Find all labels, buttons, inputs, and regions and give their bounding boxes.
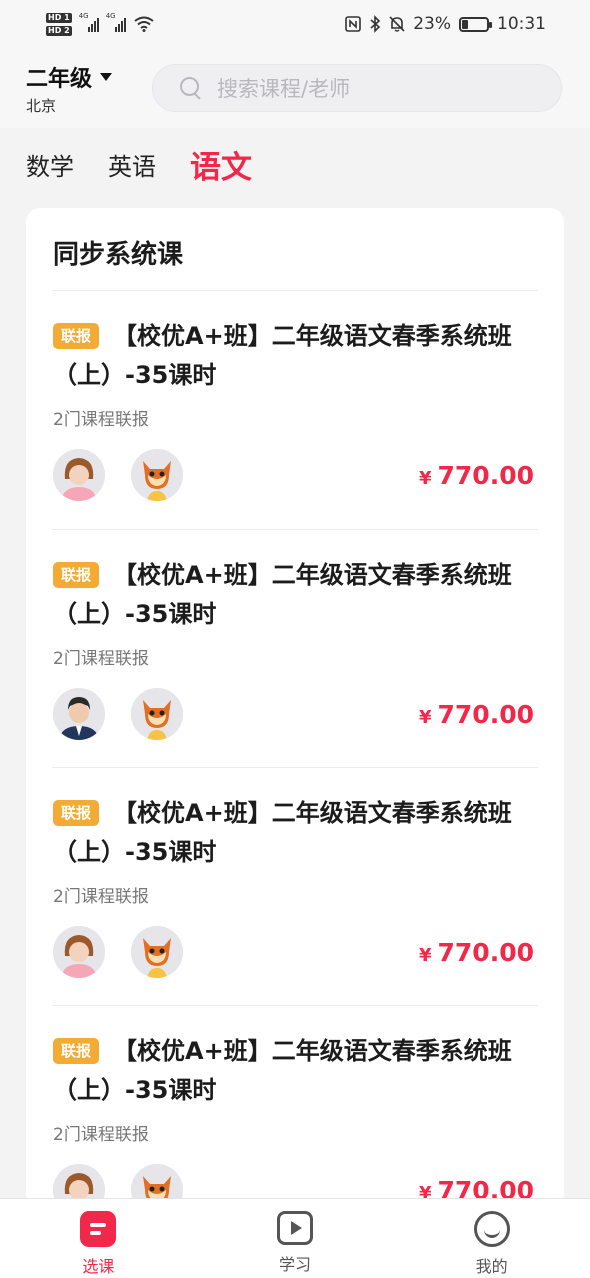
- course-heading: 联报 【校优A+班】二年级语文春季系统班（上）-35课时: [53, 1032, 538, 1110]
- course-section-card: 同步系统课 联报 【校优A+班】二年级语文春季系统班（上）-35课时 2门课程联报…: [26, 208, 564, 1208]
- course-price: ¥770.00: [419, 938, 534, 967]
- signal-icon-1: 4G: [79, 12, 99, 32]
- nav-item-select-course[interactable]: 选课: [0, 1199, 197, 1278]
- course-title: 【校优A+班】二年级语文春季系统班（上）-35课时: [53, 561, 512, 628]
- grade-label: 二年级: [26, 66, 93, 92]
- teacher-avatars: [53, 926, 183, 978]
- caret-down-icon: [100, 72, 113, 81]
- course-price: ¥770.00: [419, 700, 534, 729]
- nav-label: 我的: [475, 1257, 508, 1276]
- nav-label: 学习: [279, 1255, 312, 1274]
- status-left: HD 1 HD 2 4G 4G: [46, 12, 154, 36]
- sim-indicators: HD 1 HD 2: [46, 12, 72, 36]
- course-price: ¥770.00: [419, 461, 534, 490]
- price-value: 770.00: [437, 461, 534, 490]
- header: 二年级 北京 搜索课程/老师: [0, 48, 590, 128]
- bundle-tag: 联报: [53, 562, 100, 588]
- nav-label: 选课: [82, 1257, 115, 1276]
- course-heading: 联报 【校优A+班】二年级语文春季系统班（上）-35课时: [53, 317, 538, 395]
- teacher-avatars: [53, 688, 183, 740]
- mute-bell-icon: [389, 16, 405, 32]
- course-title: 【校优A+班】二年级语文春季系统班（上）-35课时: [53, 799, 512, 866]
- net1-label: 4G: [78, 12, 89, 20]
- net2-label: 4G: [105, 12, 116, 20]
- bluetooth-icon: [370, 15, 381, 33]
- search-icon: [179, 76, 203, 100]
- male-teacher-avatar: [53, 688, 105, 740]
- course-heading: 联报 【校优A+班】二年级语文春季系统班（上）-35课时: [53, 794, 538, 872]
- price-value: 770.00: [437, 700, 534, 729]
- mascot-avatar: [131, 688, 183, 740]
- female-teacher-avatar: [53, 926, 105, 978]
- price-value: 770.00: [437, 938, 534, 967]
- nfc-icon: [345, 16, 362, 32]
- mascot-avatar: [131, 449, 183, 501]
- course-item[interactable]: 联报 【校优A+班】二年级语文春季系统班（上）-35课时 2门课程联报 ¥770.…: [52, 529, 538, 767]
- grade-selector[interactable]: 二年级 北京: [26, 61, 152, 116]
- wifi-icon: [134, 16, 154, 32]
- course-subtitle: 2门课程联报: [53, 410, 149, 430]
- nav-item-mine[interactable]: 我的: [393, 1199, 590, 1278]
- currency-symbol: ¥: [418, 468, 432, 489]
- search-placeholder: 搜索课程/老师: [217, 77, 351, 101]
- city-label: 北京: [26, 96, 57, 115]
- bottom-nav: 选课 学习 我的: [0, 1198, 590, 1278]
- smiley-icon: [473, 1211, 510, 1247]
- nav-item-study[interactable]: 学习: [197, 1199, 394, 1278]
- battery-percent: 23%: [413, 14, 451, 34]
- signal-icon-2: 4G: [106, 12, 126, 32]
- tab-english[interactable]: 英语: [108, 147, 156, 182]
- tab-math[interactable]: 数学: [26, 147, 74, 182]
- female-teacher-avatar: [53, 449, 105, 501]
- course-subtitle: 2门课程联报: [53, 887, 149, 907]
- sim2-label: HD 2: [46, 25, 72, 36]
- course-item[interactable]: 联报 【校优A+班】二年级语文春季系统班（上）-35课时 2门课程联报 ¥770.…: [26, 291, 564, 529]
- bundle-tag: 联报: [53, 323, 100, 349]
- battery-icon: [459, 16, 492, 32]
- bundle-tag: 联报: [53, 800, 100, 826]
- clock: 10:31: [497, 14, 546, 34]
- course-list-icon: [80, 1211, 117, 1247]
- course-title: 【校优A+班】二年级语文春季系统班（上）-35课时: [53, 1037, 512, 1104]
- play-icon: [277, 1211, 313, 1245]
- bundle-tag: 联报: [53, 1038, 100, 1064]
- status-right: 23% 10:31: [345, 14, 546, 34]
- currency-symbol: ¥: [418, 945, 432, 966]
- course-title: 【校优A+班】二年级语文春季系统班（上）-35课时: [53, 322, 512, 389]
- course-item[interactable]: 联报 【校优A+班】二年级语文春季系统班（上）-35课时 2门课程联报 ¥770.…: [52, 767, 538, 1005]
- subject-tabs: 数学 英语 语文: [26, 140, 252, 188]
- teacher-avatars: [53, 449, 183, 501]
- course-item[interactable]: 联报 【校优A+班】二年级语文春季系统班（上）-35课时 2门课程联报 ¥770.…: [52, 1005, 538, 1208]
- sim1-label: HD 1: [46, 12, 72, 23]
- section-title: 同步系统课: [53, 240, 184, 270]
- course-subtitle: 2门课程联报: [53, 1125, 149, 1145]
- mascot-avatar: [131, 926, 183, 978]
- course-subtitle: 2门课程联报: [53, 649, 149, 669]
- search-input[interactable]: 搜索课程/老师: [152, 64, 562, 112]
- grade-row: 二年级: [26, 61, 152, 93]
- tab-chinese[interactable]: 语文: [190, 142, 252, 187]
- currency-symbol: ¥: [418, 707, 432, 728]
- course-heading: 联报 【校优A+班】二年级语文春季系统班（上）-35课时: [53, 556, 538, 634]
- status-bar: HD 1 HD 2 4G 4G 23% 10:31: [0, 0, 590, 48]
